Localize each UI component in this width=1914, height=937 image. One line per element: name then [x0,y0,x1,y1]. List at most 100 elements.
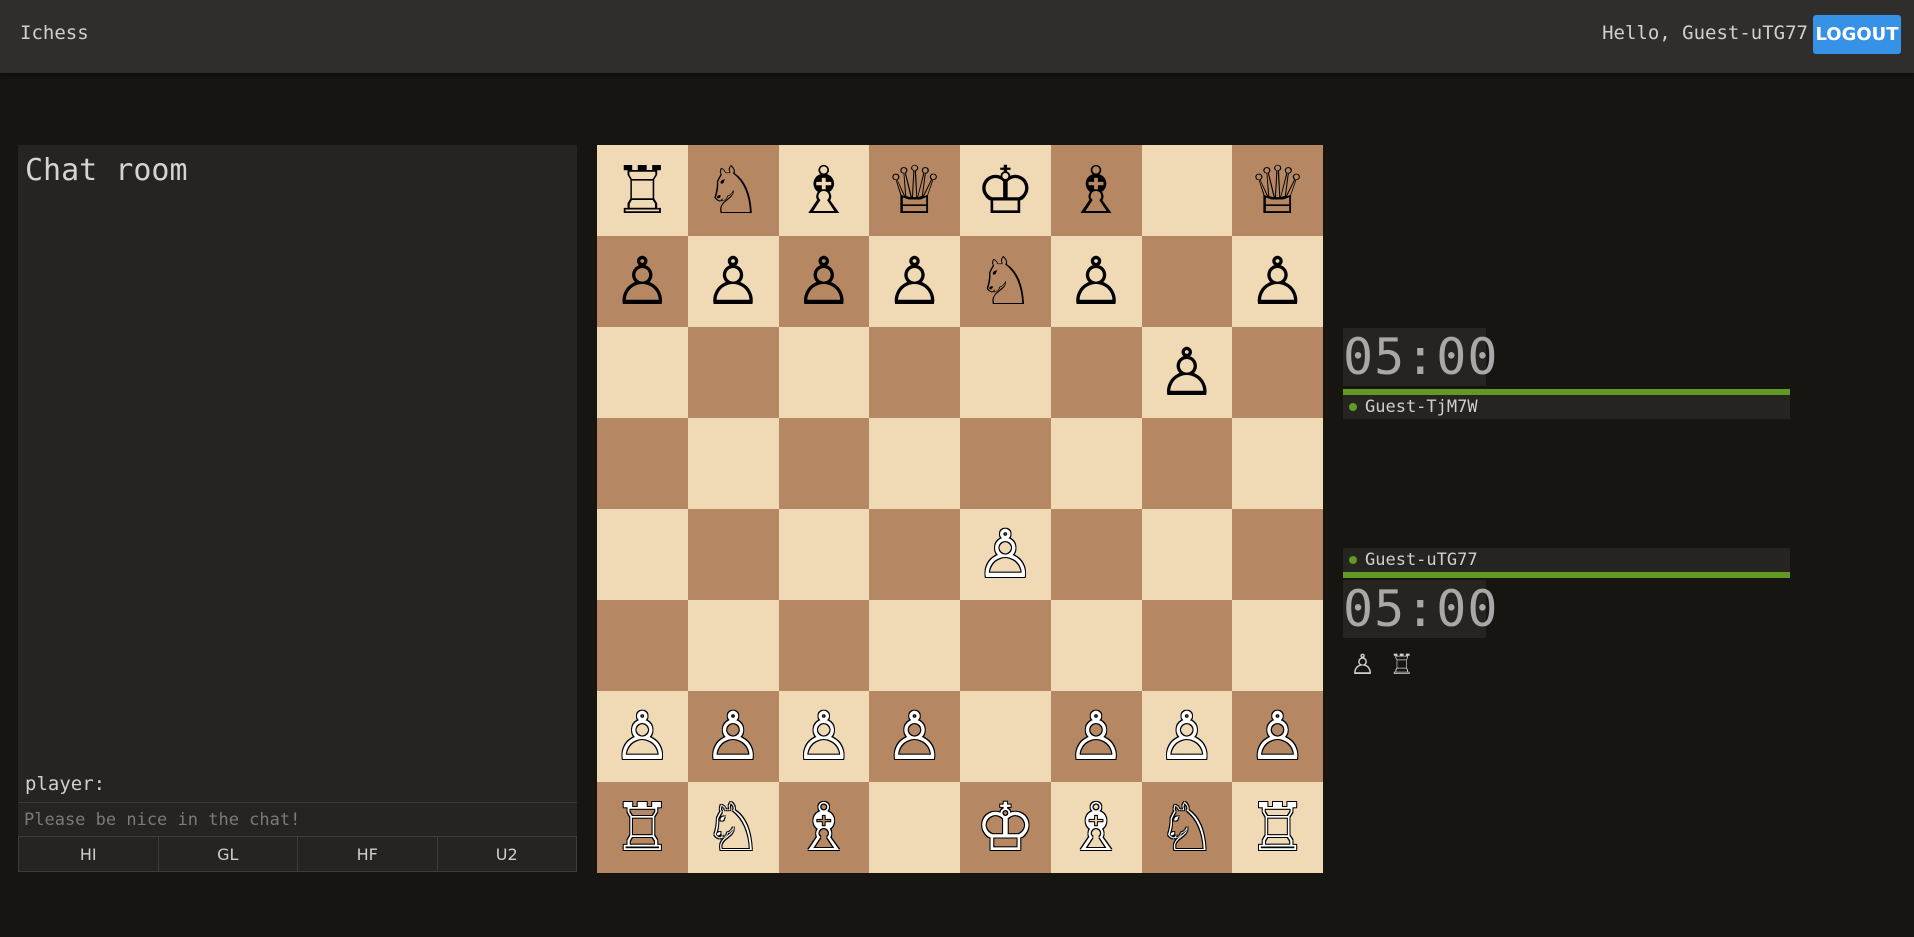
square-f5[interactable] [1050,418,1142,509]
square-b6[interactable] [687,327,779,418]
white-knight-icon[interactable]: ♘ [704,794,763,861]
square-f3[interactable] [1050,600,1142,691]
white-pawn-icon[interactable]: ♙ [794,703,853,770]
square-a6[interactable] [597,327,688,418]
white-bishop-icon[interactable]: ♗ [1067,794,1126,861]
square-b2[interactable]: ♙ [687,691,779,782]
square-g5[interactable] [1141,418,1233,509]
square-d1[interactable] [869,782,960,873]
square-f2[interactable]: ♙ [1050,691,1142,782]
black-knight-icon[interactable]: ♘ [704,157,763,224]
square-a3[interactable] [597,600,688,691]
square-c8[interactable]: ♗ [778,145,870,236]
square-e5[interactable] [960,418,1051,509]
square-c7[interactable]: ♙ [778,236,870,327]
square-d7[interactable]: ♙ [869,236,960,327]
square-e8[interactable]: ♔ [960,145,1051,236]
square-g2[interactable]: ♙ [1141,691,1233,782]
square-b5[interactable] [687,418,779,509]
square-h5[interactable] [1232,418,1323,509]
black-pawn-icon[interactable]: ♙ [1157,339,1216,406]
square-f6[interactable] [1050,327,1142,418]
square-h7[interactable]: ♙ [1232,236,1323,327]
square-h6[interactable] [1232,327,1323,418]
square-e6[interactable] [960,327,1051,418]
opponent-name[interactable]: Guest-TjM7W [1365,395,1478,419]
square-g3[interactable] [1141,600,1233,691]
square-e2[interactable] [960,691,1051,782]
square-a8[interactable]: ♖ [597,145,688,236]
square-c6[interactable] [778,327,870,418]
brand-logo[interactable]: Ichess [20,22,89,44]
white-knight-icon[interactable]: ♘ [1157,794,1216,861]
square-d8[interactable]: ♕ [869,145,960,236]
square-d6[interactable] [869,327,960,418]
square-f4[interactable] [1050,509,1142,600]
black-pawn-icon[interactable]: ♙ [885,248,944,315]
player-name[interactable]: Guest-uTG77 [1365,548,1478,572]
square-e1[interactable]: ♔ [960,782,1051,873]
square-a4[interactable] [597,509,688,600]
white-king-icon[interactable]: ♔ [976,794,1035,861]
white-pawn-icon[interactable]: ♙ [885,703,944,770]
square-g6[interactable]: ♙ [1141,327,1233,418]
square-g1[interactable]: ♘ [1141,782,1233,873]
black-knight-icon[interactable]: ♘ [976,248,1035,315]
square-d5[interactable] [869,418,960,509]
black-pawn-icon[interactable]: ♙ [794,248,853,315]
quick-gl-button[interactable]: GL [158,837,298,871]
white-pawn-icon[interactable]: ♙ [613,703,672,770]
square-h4[interactable] [1232,509,1323,600]
square-a1[interactable]: ♖ [597,782,688,873]
square-b8[interactable]: ♘ [687,145,779,236]
square-a2[interactable]: ♙ [597,691,688,782]
square-c2[interactable]: ♙ [778,691,870,782]
black-pawn-icon[interactable]: ♙ [613,248,672,315]
white-pawn-icon[interactable]: ♙ [1157,703,1216,770]
square-h2[interactable]: ♙ [1232,691,1323,782]
black-queen-icon[interactable]: ♕ [885,157,944,224]
chat-input[interactable] [18,802,577,836]
white-bishop-icon[interactable]: ♗ [794,794,853,861]
square-c5[interactable] [778,418,870,509]
white-pawn-icon[interactable]: ♙ [976,521,1035,588]
square-h1[interactable]: ♖ [1232,782,1323,873]
square-h3[interactable] [1232,600,1323,691]
black-queen-icon[interactable]: ♕ [1248,157,1307,224]
square-b1[interactable]: ♘ [687,782,779,873]
square-f7[interactable]: ♙ [1050,236,1142,327]
square-b3[interactable] [687,600,779,691]
square-f1[interactable]: ♗ [1050,782,1142,873]
quick-hi-button[interactable]: HI [19,837,159,871]
black-king-icon[interactable]: ♔ [976,157,1035,224]
black-pawn-icon[interactable]: ♙ [704,248,763,315]
black-bishop-icon[interactable]: ♗ [1067,157,1126,224]
white-pawn-icon[interactable]: ♙ [704,703,763,770]
logout-button[interactable]: LOGOUT [1813,15,1901,54]
chess-board[interactable]: ♖ ♘ ♗ ♕ ♔ ♗ ♕ ♙ ♙ ♙ ♙ ♘ ♙ ♙ ♙ ♙ ♙ ♙ ♙ ♙ ♙ ♙ ♙ ♖ ♘ ♗ ♔ ♗ ♘ ♖ [597,145,1323,873]
square-e3[interactable] [960,600,1051,691]
black-pawn-icon[interactable]: ♙ [1248,248,1307,315]
square-b4[interactable] [687,509,779,600]
square-g4[interactable] [1141,509,1233,600]
square-a5[interactable] [597,418,688,509]
square-d2[interactable]: ♙ [869,691,960,782]
square-d4[interactable] [869,509,960,600]
quick-hf-button[interactable]: HF [298,837,438,871]
square-c4[interactable] [778,509,870,600]
white-pawn-icon[interactable]: ♙ [1248,703,1307,770]
white-pawn-icon[interactable]: ♙ [1067,703,1126,770]
square-c1[interactable]: ♗ [778,782,870,873]
quick-u2-button[interactable]: U2 [437,837,576,871]
square-e4[interactable]: ♙ [960,509,1051,600]
square-f8[interactable]: ♗ [1050,145,1142,236]
square-a7[interactable]: ♙ [597,236,688,327]
square-h8[interactable]: ♕ [1232,145,1323,236]
square-d3[interactable] [869,600,960,691]
white-rook-icon[interactable]: ♖ [613,794,672,861]
square-g8[interactable] [1141,145,1233,236]
black-rook-icon[interactable]: ♖ [613,157,672,224]
black-bishop-icon[interactable]: ♗ [794,157,853,224]
square-b7[interactable]: ♙ [687,236,779,327]
square-e7[interactable]: ♘ [960,236,1051,327]
